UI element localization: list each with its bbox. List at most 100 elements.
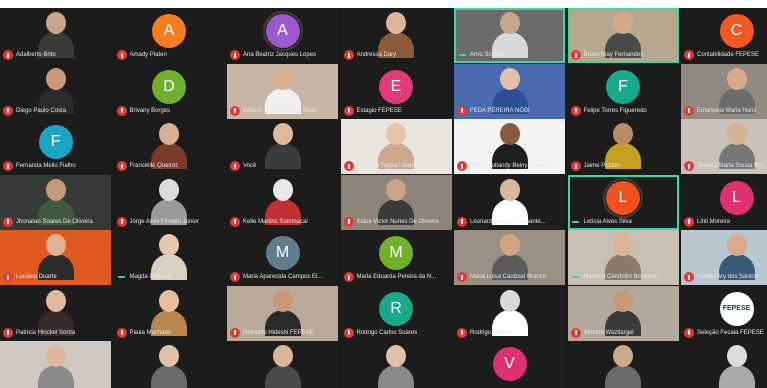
- video-feed: [718, 345, 755, 388]
- mic-muted-icon: [230, 216, 240, 227]
- participant-tile[interactable]: Edlene Nunes Santos Souto: [227, 63, 338, 119]
- participant-label: Estagio FEPESE: [343, 105, 450, 117]
- participant-tile[interactable]: [0, 341, 111, 388]
- participant-label: Felipe Torres Figueredo: [570, 105, 677, 117]
- participant-label: Rodrigo Wilbert: [457, 327, 563, 339]
- participant-tile[interactable]: [681, 341, 767, 388]
- participant-name: Jaime Pozian: [583, 163, 620, 169]
- person-body: [718, 365, 755, 388]
- participant-tile[interactable]: Natalia Ary dos Santos: [681, 230, 767, 285]
- participant-label: Gleisy Tullandy Beiny Cordei...: [457, 160, 563, 172]
- participant-tile[interactable]: E Estagio FEPESE: [340, 63, 452, 119]
- mic-muted-icon: [230, 161, 240, 171]
- participant-tile[interactable]: Você: [227, 119, 338, 174]
- participant-label: Simone Waztlargel: [570, 327, 677, 339]
- mic-muted-icon: [3, 216, 13, 227]
- mic-muted-icon: [570, 50, 581, 60]
- participant-tile[interactable]: Franciélle Queiroz: [113, 119, 225, 174]
- participant-name: Paula Machado: [129, 329, 172, 336]
- person-head: [386, 12, 406, 34]
- participant-name: Felipe Torres Figueredo: [583, 107, 647, 114]
- participant-tile[interactable]: F Felipe Torres Figueredo: [567, 63, 679, 119]
- participant-tile[interactable]: [113, 341, 225, 388]
- participant-tile[interactable]: Rodrigo Wilbert: [454, 285, 565, 341]
- participant-tile[interactable]: Gabriela Tagliari Martins: [340, 119, 452, 174]
- participant-label: Bruno Klay Fernandes: [570, 49, 677, 61]
- participant-tile[interactable]: Kelle Martins Sommacal: [227, 174, 338, 230]
- fepese-logo: FEPESE: [719, 291, 754, 326]
- avatar-initial: L: [606, 180, 640, 215]
- mic-muted-icon: [457, 105, 467, 116]
- participant-tile[interactable]: Gleisy Tullandy Beiny Cordei...: [454, 119, 565, 174]
- participant-tile[interactable]: Emanuela Maria Hans: [681, 63, 767, 119]
- participant-label: Kelle Martins Sommacal: [230, 216, 336, 228]
- mic-muted-icon: [116, 50, 127, 60]
- person-head: [726, 123, 747, 145]
- mic-muted-icon: [116, 105, 127, 116]
- participant-tile[interactable]: Arno Schmitt: [454, 8, 565, 63]
- person-head: [613, 234, 633, 256]
- participant-tile[interactable]: L Letícia Alves Silva: [567, 174, 679, 230]
- participant-tile[interactable]: R Rodrigo Carlos Soares: [340, 285, 452, 341]
- participant-tile[interactable]: Jaime Pozian: [567, 119, 679, 174]
- mic-active-icon: [457, 50, 467, 60]
- participant-tile[interactable]: L Liriti Moreira: [681, 174, 767, 230]
- participant-name: Maria Luisa Cardoso Branco: [470, 274, 547, 280]
- participant-tile[interactable]: A Ana Beatriz Jacques Lopes: [227, 8, 338, 63]
- person-head: [159, 123, 179, 145]
- participant-tile[interactable]: A Amady Platen: [113, 8, 225, 63]
- participant-tile[interactable]: Adalberto Brito: [0, 8, 111, 63]
- participant-tile[interactable]: Jessica Maria Sousa Ro...: [681, 119, 767, 174]
- participant-tile[interactable]: Diego Paulo Costa: [0, 63, 111, 119]
- participant-tile[interactable]: F Fernanda Mello Fialho: [0, 119, 111, 174]
- participant-tile[interactable]: D Brivany Borges: [113, 63, 225, 119]
- participant-tile[interactable]: M Maria Aparecida Campos El...: [227, 230, 338, 285]
- participant-tile[interactable]: Bruno Klay Fernandes: [567, 8, 679, 63]
- participant-tile[interactable]: [340, 341, 452, 388]
- participant-name: Franciélle Queiroz: [129, 163, 179, 169]
- participant-tile[interactable]: M Maria Eduarda Pereira da N...: [340, 230, 452, 285]
- participant-tile[interactable]: Paula Machado: [113, 285, 225, 341]
- participant-label: Liriti Moreira: [684, 216, 767, 228]
- participant-tile[interactable]: Jhonatan Soares De Oliveira: [0, 174, 111, 230]
- participant-tile[interactable]: Simone Waztlargel: [567, 285, 679, 341]
- mic-muted-icon: [684, 161, 694, 171]
- participant-name: Jorge Aires Floriani Junior: [129, 218, 199, 225]
- participant-tile[interactable]: FEPESE Seleção Fecaia FEPESE: [681, 285, 767, 341]
- participant-name: Contabilidade FEPESE: [697, 52, 760, 58]
- avatar-initial: R: [379, 291, 413, 326]
- participant-label: Andressa Dary: [343, 49, 450, 61]
- mic-muted-icon: [457, 216, 467, 227]
- participant-name: Você: [243, 163, 257, 169]
- participant-tile[interactable]: Patricia Hinckel Sorda: [0, 285, 111, 341]
- mic-muted-icon: [343, 161, 354, 171]
- participant-tile[interactable]: Mariana Candolini Bonassa: [567, 230, 679, 285]
- participant-tile[interactable]: Magda Degraaff: [113, 230, 225, 285]
- person-head: [386, 178, 406, 201]
- participant-label: Luciana Duarte: [3, 271, 109, 283]
- participant-label: Diego Paulo Costa: [3, 105, 109, 117]
- person-head: [45, 67, 66, 90]
- participant-tile[interactable]: Reinaldo Hideshi FEPESE: [227, 285, 338, 341]
- avatar-initial: L: [719, 180, 754, 215]
- participant-name: Kelle Martins Sommacal: [243, 218, 308, 225]
- participant-tile[interactable]: Leonardo Augusto Amante...: [454, 174, 565, 230]
- participant-label: Edlene Nunes Santos Souto: [230, 105, 336, 117]
- participant-tile[interactable]: Luciana Duarte: [0, 230, 111, 285]
- mic-active-icon: [571, 217, 581, 227]
- participant-tile[interactable]: FEDA PEREIRA NÓBI: [454, 63, 565, 119]
- participant-tile[interactable]: V: [454, 341, 565, 388]
- participant-tile[interactable]: Jorge Aires Floriani Junior: [113, 174, 225, 230]
- participant-tile[interactable]: [227, 341, 338, 388]
- person-head: [499, 178, 520, 201]
- participant-tile[interactable]: Maria Luisa Cardoso Branco: [454, 230, 565, 285]
- participant-tile[interactable]: Klaus Victor Nunes De Oliveira: [340, 174, 452, 230]
- avatar-initial: D: [152, 69, 186, 104]
- participant-tile[interactable]: [567, 341, 679, 388]
- participant-tile[interactable]: Andressa Dary: [340, 8, 452, 63]
- participant-tile[interactable]: C Contabilidade FEPESE: [681, 8, 767, 63]
- participant-name: Klaus Victor Nunes De Oliveira: [356, 218, 439, 225]
- participant-label: Gabriela Tagliari Martins: [343, 160, 450, 172]
- person-body: [37, 365, 74, 388]
- participant-label: Reinaldo Hideshi FEPESE: [230, 327, 336, 339]
